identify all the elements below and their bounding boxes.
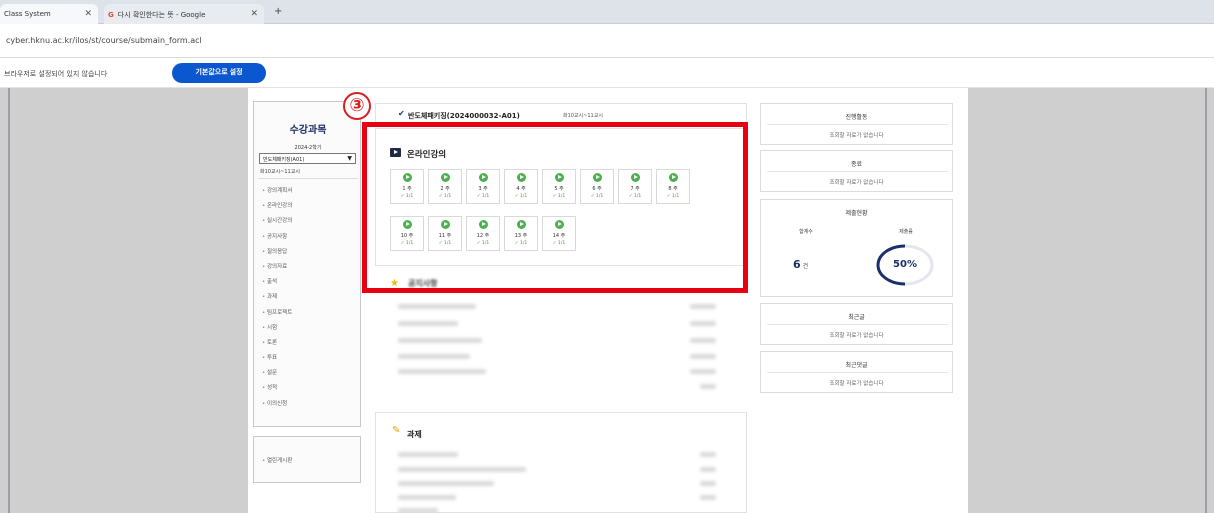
submission-rate-text: 50% [893, 259, 917, 270]
sidebar-item-assignments[interactable]: 과제 [262, 292, 292, 307]
blurred-more-link [700, 384, 716, 389]
divider [767, 124, 948, 125]
panel-title: 제출현황 [845, 210, 868, 217]
sidebar-item-attendance[interactable]: 출석 [262, 277, 292, 292]
sidebar-item-vote[interactable]: 투표 [262, 353, 292, 368]
count-unit: 건 [802, 263, 809, 270]
divider [767, 171, 948, 172]
blurred-notice-row [398, 321, 458, 326]
todo-panel: 종료 조회할 자료가 없습니다 [760, 150, 953, 192]
board-panel: 열린게시판 [253, 436, 361, 483]
sidebar-item-qna[interactable]: 질의응답 [262, 247, 292, 262]
empty-message: 조회할 자료가 없습니다 [829, 180, 884, 186]
sidebar-item-appeal[interactable]: 이의신청 [262, 399, 292, 414]
recent-posts-panel: 최근글 조회할 자료가 없습니다 [760, 303, 953, 345]
sidebar-item-team-project[interactable]: 팀프로젝트 [262, 308, 292, 323]
sidebar-item-syllabus[interactable]: 강의계획서 [262, 186, 292, 201]
tab-label: 다시 확인한다는 뜻 - Google [117, 11, 206, 19]
sidebar-item-grades[interactable]: 성적 [262, 383, 292, 398]
close-icon[interactable]: ✕ [250, 9, 258, 19]
divider [258, 178, 358, 179]
empty-message: 조회할 자료가 없습니다 [829, 381, 884, 387]
tab-class-system[interactable]: Class System ✕ [0, 4, 98, 24]
sidebar-item-online-lecture[interactable]: 온라인강의 [262, 201, 292, 216]
blurred-notice-date [690, 369, 716, 374]
blurred-notice-row [398, 354, 470, 359]
tab-label: Class System [4, 10, 51, 18]
address-bar[interactable]: cyber.hknu.ac.kr/ilos/st/course/submain_… [0, 24, 1214, 58]
tab-google-search[interactable]: G 다시 확인한다는 뜻 - Google ✕ [104, 4, 264, 24]
assignment-title[interactable]: 과제 [407, 429, 422, 440]
term-label: 2024-2학기 [294, 145, 322, 151]
blurred-assignment-date [700, 452, 716, 457]
pencil-icon: ✎ [392, 425, 401, 436]
sidebar-item-notices[interactable]: 공지사항 [262, 232, 292, 247]
blurred-assignment-date [700, 481, 716, 486]
scrollbar[interactable] [1205, 88, 1207, 513]
panel-title: 최근글 [848, 314, 865, 321]
highlight-box [362, 122, 748, 293]
sidebar-item-exam[interactable]: 시험 [262, 323, 292, 338]
blurred-assignment-date [700, 495, 716, 500]
divider [767, 372, 948, 373]
sidebar-menu: 강의계획서 온라인강의 실시간강의 공지사항 질의응답 강의자료 출석 과제 팀… [262, 186, 292, 414]
infobar-text: 브라우저로 설정되어 있지 않습니다 [4, 70, 108, 78]
check-icon: ✔ [398, 109, 405, 118]
activity-panel: 진행활동 조회할 자료가 없습니다 [760, 103, 953, 145]
count-value: 6 [793, 258, 801, 271]
blurred-notice-date [690, 338, 716, 343]
course-name: 반도체패키징(2024000032-A01) [408, 112, 520, 120]
course-select-value: 반도체패키징(A01) [263, 157, 305, 163]
chevron-down-icon: ▼ [347, 155, 352, 162]
blurred-notice-row [398, 304, 476, 309]
panel-title: 최근댓글 [845, 362, 868, 369]
new-tab-button[interactable]: + [274, 6, 282, 17]
blurred-assignment-row [398, 467, 526, 472]
sidebar-item-materials[interactable]: 강의자료 [262, 262, 292, 277]
blurred-notice-date [690, 354, 716, 359]
blurred-assignment-row [398, 481, 494, 486]
recent-comments-panel: 최근댓글 조회할 자료가 없습니다 [760, 351, 953, 393]
submission-panel: 제출현황 합계수 제출률 6건 50% [760, 199, 953, 297]
blurred-assignment-row [398, 508, 438, 513]
step-marker: ③ [343, 92, 371, 120]
sidebar-item-discussion[interactable]: 토론 [262, 338, 292, 353]
course-sidebar: 수강과목 2024-2학기 반도체패키징(A01) ▼ 화10교시~11교시 강… [253, 101, 361, 427]
empty-message: 조회할 자료가 없습니다 [829, 133, 884, 139]
submission-count: 6건 [793, 258, 808, 271]
submission-rate-label: 제출률 [899, 229, 913, 235]
panel-title: 종료 [850, 161, 863, 168]
set-default-button[interactable]: 기본값으로 설정 [172, 63, 266, 83]
blurred-notice-date [690, 304, 716, 309]
google-icon: G [108, 11, 114, 19]
blurred-assignment-row [398, 452, 458, 457]
blurred-notice-date [690, 321, 716, 326]
left-divider [8, 88, 10, 513]
blurred-notice-row [398, 338, 482, 343]
course-time: 화10교시~11교시 [563, 113, 603, 119]
course-schedule: 화10교시~11교시 [260, 169, 300, 175]
url-text[interactable]: cyber.hknu.ac.kr/ilos/st/course/submain_… [6, 36, 202, 45]
sidebar-item-survey[interactable]: 설문 [262, 368, 292, 383]
empty-message: 조회할 자료가 없습니다 [829, 333, 884, 339]
panel-title: 진행활동 [845, 114, 868, 121]
submission-count-label: 합계수 [799, 229, 813, 235]
divider [767, 324, 948, 325]
browser-tab-bar: Class System ✕ G 다시 확인한다는 뜻 - Google ✕ + [0, 0, 1214, 24]
sidebar-title: 수강과목 [289, 125, 327, 136]
blurred-notice-row [398, 369, 486, 374]
course-select[interactable]: 반도체패키징(A01) ▼ [259, 153, 356, 164]
sidebar-item-open-board[interactable]: 열린게시판 [262, 456, 292, 464]
blurred-assignment-row [398, 495, 456, 500]
close-icon[interactable]: ✕ [84, 9, 92, 19]
sidebar-item-live-lecture[interactable]: 실시간강의 [262, 216, 292, 231]
default-browser-infobar: 브라우저로 설정되어 있지 않습니다 기본값으로 설정 [0, 58, 1214, 88]
blurred-assignment-date [700, 467, 716, 472]
